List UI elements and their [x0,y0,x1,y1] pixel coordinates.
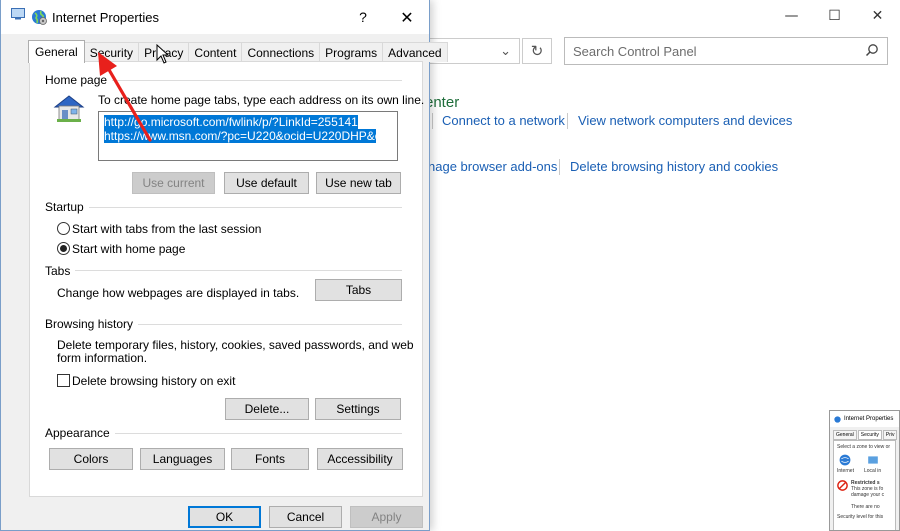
globe-icon [834,415,841,423]
thumbnail-text: Internet [837,468,854,474]
internet-options-icon [32,10,47,25]
tab-security[interactable]: Security [83,42,140,62]
browsing-history-description: Delete temporary files, history, cookies… [57,338,414,352]
link-separator [432,113,433,129]
control-panel-icon [11,8,25,20]
home-page-urls-textarea[interactable]: http://go.microsoft.com/fwlink/p/?LinkId… [98,111,398,161]
link-separator [567,113,568,129]
tab-strip: General Security Privacy Content Connect… [28,40,448,63]
home-page-url: http://go.microsoft.com/fwlink/p/?LinkId… [104,115,358,129]
tab-programs[interactable]: Programs [319,42,384,62]
startup-last-session-radio[interactable] [57,222,70,235]
security-tab-thumbnail: Internet Properties General Security Pri… [829,410,900,531]
thumbnail-tab: Security [857,430,882,440]
internet-properties-dialog: Internet Properties ? ✕ General Security… [0,0,448,531]
tabs-description: Change how webpages are displayed in tab… [57,286,300,300]
local-intranet-icon [867,456,878,464]
restricted-icon [837,480,848,491]
internet-zone-icon [840,454,851,466]
tabs-settings-button[interactable]: Tabs [315,279,402,301]
thumbnail-zone: Local in [864,454,881,474]
thumbnail-tab: General [833,430,857,440]
thumbnail-tabs: General Security Priv [830,427,899,440]
thumbnail-text: damage your c [851,492,885,498]
startup-group-label: Startup [45,200,89,214]
tab-general[interactable]: General [28,40,85,63]
search-input[interactable]: Search Control Panel [564,37,888,65]
home-page-icon [53,95,85,122]
cancel-button[interactable]: Cancel [269,506,342,528]
minimize-button[interactable]: — [770,0,813,32]
tab-content[interactable]: Content [188,42,243,62]
ok-button[interactable]: OK [188,506,261,528]
help-button[interactable]: ? [351,6,375,28]
thumbnail-body: Select a zone to view or Internet Local … [833,440,896,530]
connect-to-network-link[interactable]: Connect to a network [442,113,565,128]
search-placeholder: Search Control Panel [573,43,697,59]
tabs-group-label: Tabs [45,264,76,278]
delete-history-on-exit-label[interactable]: Delete browsing history on exit [72,374,235,388]
startup-last-session-label[interactable]: Start with tabs from the last session [72,222,261,236]
thumbnail-zones: Internet Local in [837,454,892,474]
thumbnail-text: Security level for this [837,514,884,520]
delete-browsing-history-link[interactable]: Delete browsing history and cookies [570,159,778,174]
colors-button[interactable]: Colors [49,448,133,470]
close-button[interactable]: ✕ [393,6,421,28]
view-network-computers-link[interactable]: View network computers and devices [578,113,792,128]
link-separator [559,159,560,175]
manage-addons-link[interactable]: nage browser add-ons [428,159,557,174]
thumbnail-text: Select a zone to view or [837,444,891,450]
use-default-button[interactable]: Use default [224,172,309,194]
thumbnail-text: Local in [863,468,882,474]
browsing-history-description: form information. [57,351,148,365]
browsing-history-group-label: Browsing history [45,317,139,331]
search-icon[interactable] [865,43,879,57]
thumbnail-zone: Internet [837,454,854,474]
tab-connections[interactable]: Connections [241,42,321,62]
home-page-hint: To create home page tabs, type each addr… [98,93,425,107]
home-page-group-label: Home page [45,73,113,87]
group-divider [45,270,402,271]
refresh-button[interactable]: ↻ [522,38,552,64]
history-settings-button[interactable]: Settings [315,398,401,420]
apply-button[interactable]: Apply [350,506,423,528]
languages-button[interactable]: Languages [140,448,225,470]
delete-history-on-exit-checkbox[interactable] [57,374,70,387]
mouse-cursor-icon [156,44,170,64]
accessibility-button[interactable]: Accessibility [317,448,403,470]
delete-button[interactable]: Delete... [225,398,309,420]
thumbnail-title: Internet Properties [830,411,899,427]
window-caption-buttons: — ☐ ✕ [770,0,900,32]
dialog-title: Internet Properties [52,10,159,25]
startup-home-page-radio[interactable] [57,242,70,255]
dialog-titlebar[interactable]: Internet Properties ? ✕ [1,0,429,34]
tab-advanced[interactable]: Advanced [382,42,448,62]
thumbnail-title-text: Internet Properties [844,416,894,422]
use-new-tab-button[interactable]: Use new tab [316,172,401,194]
thumbnail-restricted: Restricted s This zone is fo damage your… [837,480,892,498]
network-center-heading: enter [425,94,460,111]
use-current-button[interactable]: Use current [132,172,215,194]
group-divider [45,207,402,208]
startup-home-page-label[interactable]: Start with home page [72,242,185,256]
home-page-url: https://www.msn.com/?pc=U220&ocid=U220DH… [104,129,376,143]
close-button[interactable]: ✕ [856,0,899,32]
appearance-group-label: Appearance [45,426,115,440]
thumbnail-tab: Priv [882,430,898,440]
thumbnail-text: There are no [851,504,880,510]
fonts-button[interactable]: Fonts [231,448,309,470]
maximize-button[interactable]: ☐ [813,0,856,32]
